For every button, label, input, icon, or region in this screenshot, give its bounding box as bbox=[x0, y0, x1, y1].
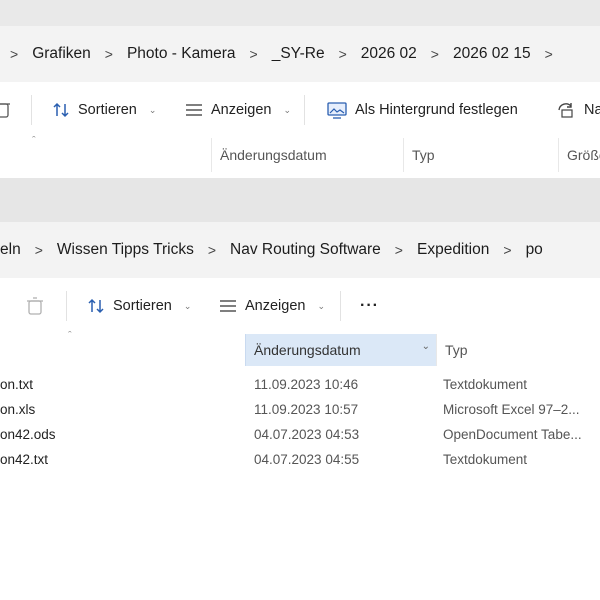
breadcrumb-chevron-icon: > bbox=[394, 242, 403, 258]
window-1-toolbar: Sortieren ⌄ Anzeigen ⌄ Als Hintergrund f… bbox=[0, 82, 600, 138]
toolbar-divider bbox=[66, 291, 67, 321]
breadcrumb-item[interactable]: Expedition bbox=[417, 241, 489, 259]
view-lines-icon bbox=[220, 300, 236, 312]
next-label: Na bbox=[584, 102, 600, 118]
breadcrumb-chevron-icon: > bbox=[10, 46, 19, 62]
file-row[interactable]: on42.ods 04.07.2023 04:53 OpenDocument T… bbox=[0, 422, 600, 447]
column-type-label: Typ bbox=[412, 147, 435, 163]
breadcrumb-chevron-icon: > bbox=[338, 46, 347, 62]
file-row[interactable]: on42.txt 04.07.2023 04:55 Textdokument bbox=[0, 447, 600, 472]
view-label: Anzeigen bbox=[211, 102, 272, 118]
breadcrumb-item[interactable]: 2026 02 bbox=[361, 45, 417, 63]
set-background-label: Als Hintergrund festlegen bbox=[355, 102, 518, 118]
column-type[interactable]: Typ bbox=[436, 334, 600, 366]
view-button[interactable]: Anzeigen ⌄ bbox=[219, 278, 325, 334]
column-date[interactable]: Änderungsdatum bbox=[211, 138, 403, 172]
breadcrumb-chevron-icon: > bbox=[249, 46, 258, 62]
breadcrumb-chevron-icon: > bbox=[104, 46, 113, 62]
column-date-label: Änderungsdatum bbox=[220, 147, 327, 163]
file-row[interactable]: on.txt 11.09.2023 10:46 Textdokument bbox=[0, 372, 600, 397]
column-type[interactable]: Typ bbox=[403, 138, 558, 172]
file-date: 04.07.2023 04:53 bbox=[254, 427, 360, 442]
window-1-column-header: ˆ Änderungsdatum Typ Größe bbox=[0, 135, 600, 172]
column-date[interactable]: Änderungsdatum ⌄ bbox=[245, 334, 436, 366]
file-type: Textdokument bbox=[443, 452, 528, 467]
window-2-toolbar: Sortieren ⌄ Anzeigen ⌄ ··· bbox=[0, 278, 600, 334]
view-button[interactable]: Anzeigen ⌄ bbox=[185, 82, 291, 138]
more-options-icon: ··· bbox=[360, 297, 379, 314]
file-name: on42.ods bbox=[0, 427, 56, 442]
column-size[interactable]: Größe bbox=[558, 138, 600, 172]
set-background-button[interactable]: Als Hintergrund festlegen bbox=[327, 82, 518, 138]
window-2-column-header: ˆ Änderungsdatum ⌄ Typ bbox=[0, 330, 600, 366]
breadcrumb-chevron-icon: > bbox=[207, 242, 217, 258]
delete-icon[interactable] bbox=[27, 297, 43, 319]
breadcrumb-item[interactable]: Grafiken bbox=[32, 45, 91, 63]
sort-button[interactable]: Sortieren ⌄ bbox=[52, 82, 156, 138]
file-date: 11.09.2023 10:57 bbox=[254, 402, 359, 417]
sort-icon bbox=[53, 102, 69, 118]
view-lines-icon bbox=[186, 104, 202, 116]
next-button[interactable]: Na bbox=[556, 82, 600, 138]
breadcrumb-chevron-icon: > bbox=[430, 46, 439, 62]
file-type: OpenDocument Tabe... bbox=[443, 427, 582, 442]
sort-label: Sortieren bbox=[113, 298, 172, 314]
breadcrumb-chevron-icon: > bbox=[503, 242, 512, 258]
file-type: Textdokument bbox=[443, 377, 528, 392]
breadcrumb-item[interactable]: Photo - Kamera bbox=[127, 45, 236, 63]
sort-button[interactable]: Sortieren ⌄ bbox=[87, 278, 191, 334]
breadcrumb-item[interactable]: Wissen Tipps Tricks bbox=[57, 241, 194, 259]
chevron-down-icon: ⌄ bbox=[283, 104, 292, 115]
breadcrumb-item[interactable]: 2026 02 15 bbox=[453, 45, 531, 63]
explorer-window-2: eln > Wissen Tipps Tricks > Nav Routing … bbox=[0, 222, 600, 600]
toolbar-divider bbox=[340, 291, 341, 321]
breadcrumb-item[interactable]: po bbox=[526, 241, 543, 259]
breadcrumb-item[interactable]: Nav Routing Software bbox=[230, 241, 381, 259]
sort-up-icon: ˆ bbox=[32, 135, 36, 147]
file-name: on.xls bbox=[0, 402, 36, 417]
breadcrumb-chevron-icon: > bbox=[544, 46, 553, 62]
file-type: Microsoft Excel 97–2... bbox=[443, 402, 580, 417]
chevron-down-icon: ⌄ bbox=[183, 300, 192, 311]
file-date: 11.09.2023 10:46 bbox=[254, 377, 359, 392]
window-1-address-bar[interactable]: > Grafiken > Photo - Kamera > _SY-Re > 2… bbox=[0, 26, 600, 82]
file-row[interactable]: on.xls 11.09.2023 10:57 Microsoft Excel … bbox=[0, 397, 600, 422]
column-type-label: Typ bbox=[445, 342, 468, 358]
breadcrumb-item[interactable]: eln bbox=[0, 241, 21, 259]
explorer-window-1: > Grafiken > Photo - Kamera > _SY-Re > 2… bbox=[0, 0, 600, 178]
breadcrumb-chevron-icon: > bbox=[34, 242, 43, 258]
chevron-down-icon: ⌄ bbox=[148, 104, 157, 115]
window-1-title-strip bbox=[0, 0, 600, 26]
desktop-background-icon bbox=[327, 102, 347, 119]
breadcrumb-item[interactable]: _SY-Re bbox=[272, 45, 325, 63]
column-dropdown-icon[interactable]: ⌄ bbox=[422, 341, 430, 352]
window-gap bbox=[0, 178, 600, 222]
column-size-label: Größe bbox=[567, 147, 600, 163]
sort-icon bbox=[88, 298, 104, 314]
column-date-label: Änderungsdatum bbox=[254, 342, 361, 358]
chevron-down-icon: ⌄ bbox=[317, 300, 326, 311]
toolbar-divider bbox=[304, 95, 305, 125]
file-name: on42.txt bbox=[0, 452, 49, 467]
file-date: 04.07.2023 04:55 bbox=[254, 452, 360, 467]
rotate-icon bbox=[558, 103, 573, 118]
sort-label: Sortieren bbox=[78, 102, 137, 118]
view-label: Anzeigen bbox=[245, 298, 306, 314]
file-name: on.txt bbox=[0, 377, 34, 392]
more-options-button[interactable]: ··· bbox=[360, 278, 379, 334]
window-2-address-bar[interactable]: eln > Wissen Tipps Tricks > Nav Routing … bbox=[0, 222, 600, 278]
toolbar-divider bbox=[31, 95, 32, 125]
sort-up-icon: ˆ bbox=[68, 330, 72, 342]
delete-icon[interactable] bbox=[0, 100, 10, 122]
